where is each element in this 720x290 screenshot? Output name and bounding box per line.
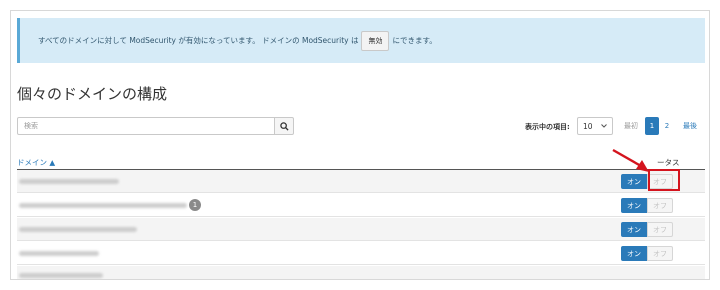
alert-text-after: にできます。 <box>392 36 437 45</box>
domain-name-redacted <box>19 203 187 208</box>
modsecurity-panel: すべてのドメインに対して ModSecurity が有効になっています。 ドメイ… <box>10 10 710 280</box>
red-arrow-icon <box>612 148 649 172</box>
search-input[interactable]: 検索 <box>17 117 275 135</box>
page-title: 個々のドメインの構成 <box>17 85 168 103</box>
domain-name-redacted <box>19 227 137 232</box>
info-alert: すべてのドメインに対して ModSecurity が有効になっています。 ドメイ… <box>17 18 705 63</box>
per-page-value: 10 <box>583 121 593 131</box>
magnifier-icon <box>279 121 289 131</box>
off-button[interactable]: オフ <box>647 246 673 261</box>
on-button[interactable]: オン <box>621 222 647 237</box>
on-button[interactable]: オン <box>621 198 647 213</box>
table-row: オン オフ <box>17 170 705 193</box>
on-button[interactable]: オン <box>621 246 647 261</box>
domain-name-redacted <box>19 251 99 256</box>
domain-name-redacted <box>19 179 119 184</box>
domain-column-header[interactable]: ドメイン ▲ <box>17 157 55 168</box>
search-button[interactable] <box>274 117 294 135</box>
per-page-label: 表示中の項目: <box>525 123 570 131</box>
on-button[interactable]: オン <box>621 174 647 189</box>
off-button[interactable]: オフ <box>647 222 673 237</box>
search-placeholder: 検索 <box>24 122 38 130</box>
status-column-header: ータス <box>657 158 680 167</box>
count-badge: 1 <box>189 199 201 211</box>
off-button[interactable]: オフ <box>647 198 673 213</box>
per-page-select[interactable]: 10 <box>577 117 613 135</box>
chevron-down-icon <box>601 124 607 128</box>
table-row: オン オフ <box>17 218 705 241</box>
page-first-link[interactable]: 最初 <box>617 117 645 135</box>
page-1-link[interactable]: 1 <box>645 117 659 135</box>
table-row: オン オフ <box>17 242 705 265</box>
alert-text-before: すべてのドメインに対して ModSecurity が有効になっています。 ドメイ… <box>38 36 359 45</box>
page-last-link[interactable]: 最後 <box>677 117 703 135</box>
table-row-partial <box>17 266 705 279</box>
disable-all-button[interactable]: 無効 <box>361 30 390 51</box>
table-row: 1 オン オフ <box>17 194 705 217</box>
domain-name-redacted <box>19 273 103 278</box>
page-2-link[interactable]: 2 <box>661 117 673 135</box>
